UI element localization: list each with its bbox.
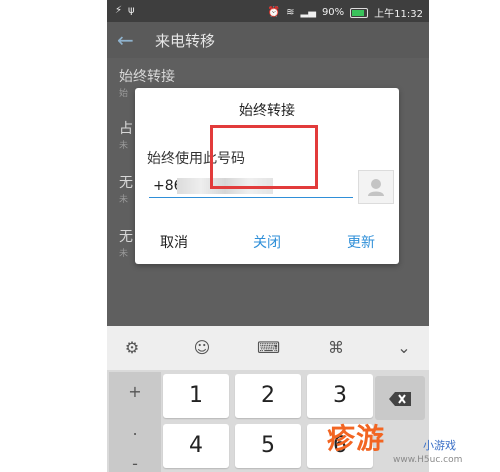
keyboard-icon[interactable]: ⌨ xyxy=(257,338,280,360)
emoji-icon[interactable]: ☺ xyxy=(191,338,213,360)
dot-key[interactable]: . xyxy=(109,420,161,439)
settings-icon[interactable]: ⚙ xyxy=(121,338,143,360)
command-icon[interactable]: ⌘ xyxy=(325,338,347,360)
close-button[interactable]: 关闭 xyxy=(253,232,281,252)
delete-key[interactable] xyxy=(375,376,425,420)
keyboard-toolbar: ⚙ ☺ ⌨ ⌘ ⌄ xyxy=(107,326,429,371)
setting-title: 无 xyxy=(119,229,133,245)
contact-avatar-icon xyxy=(368,179,384,196)
page-title: 来电转移 xyxy=(155,32,216,50)
watermark-logo: 疹游 xyxy=(327,422,386,455)
status-left: ⚡ ψ xyxy=(115,5,135,16)
wifi-icon: ≋ xyxy=(286,7,295,18)
cell-signal-icon: ▂▄ xyxy=(300,7,316,18)
back-arrow-icon[interactable]: ← xyxy=(117,28,134,52)
signal-icon: ψ xyxy=(128,5,135,16)
highlight-box xyxy=(210,125,318,189)
symbol-column: + . - xyxy=(109,372,161,472)
watermark-url: www.H5uc.com xyxy=(393,455,463,465)
phone-screen: ⚡ ψ ⏰ ≋ ▂▄ 90% 上午11:32 ← 来电转移 始终转接 始 占 未… xyxy=(107,0,429,472)
setting-subtitle: 始 xyxy=(119,89,129,99)
setting-subtitle: 未 xyxy=(119,195,129,205)
update-button[interactable]: 更新 xyxy=(347,232,375,252)
app-bar: ← 来电转移 xyxy=(107,22,429,58)
setting-title: 占 xyxy=(119,121,133,137)
setting-title: 始终转接 xyxy=(119,69,175,85)
battery-icon xyxy=(350,7,369,18)
key-5[interactable]: 5 xyxy=(235,424,301,468)
status-time: 上午11:32 xyxy=(374,9,423,20)
setting-subtitle: 未 xyxy=(119,141,129,151)
site-watermark: 疹游 小游戏 www.H5uc.com xyxy=(327,417,497,467)
plus-key[interactable]: + xyxy=(109,382,161,401)
alarm-icon: ⏰ xyxy=(267,7,281,18)
setting-title: 无 xyxy=(119,175,133,191)
collapse-icon[interactable]: ⌄ xyxy=(393,338,415,360)
watermark-subtitle: 小游戏 xyxy=(423,439,456,452)
key-4[interactable]: 4 xyxy=(163,424,229,468)
cancel-button[interactable]: 取消 xyxy=(160,232,188,252)
usb-icon: ⚡ xyxy=(115,5,123,16)
dialog-title: 始终转接 xyxy=(239,103,295,119)
key-3[interactable]: 3 xyxy=(307,374,373,418)
backspace-icon xyxy=(389,391,411,406)
status-bar: ⚡ ψ ⏰ ≋ ▂▄ 90% 上午11:32 xyxy=(107,0,429,22)
minus-key[interactable]: - xyxy=(109,454,161,472)
key-2[interactable]: 2 xyxy=(235,374,301,418)
battery-percent: 90% xyxy=(321,7,345,18)
status-right: ⏰ ≋ ▂▄ 90% 上午11:32 xyxy=(268,5,423,20)
setting-subtitle: 未 xyxy=(119,249,129,259)
contact-picker-button[interactable] xyxy=(358,170,394,204)
key-1[interactable]: 1 xyxy=(163,374,229,418)
